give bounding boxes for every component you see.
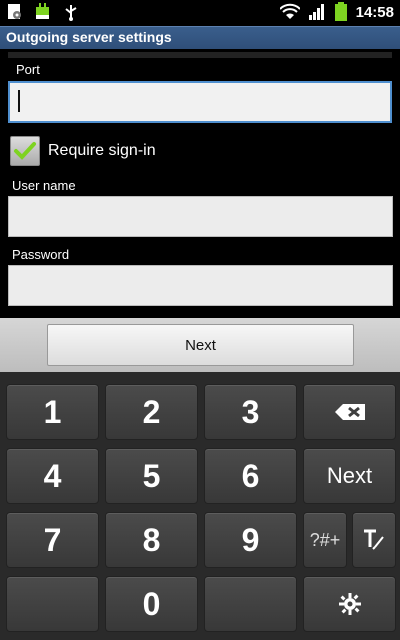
key-7[interactable]: 7	[6, 512, 99, 568]
android-battery-icon	[36, 3, 49, 19]
numeric-keyboard: 1 2 3 4 5 6 Next 7 8 9 ?#+ 0	[0, 372, 400, 640]
key-1[interactable]: 1	[6, 384, 99, 440]
key-6[interactable]: 6	[204, 448, 297, 504]
backspace-key[interactable]	[303, 384, 396, 440]
text-cursor	[18, 90, 20, 112]
page-title: Outgoing server settings	[6, 29, 172, 45]
gear-icon	[338, 593, 361, 615]
wifi-icon	[279, 3, 300, 19]
password-label: Password	[12, 247, 70, 262]
battery-icon	[334, 2, 347, 21]
settings-notification-icon	[8, 4, 21, 19]
next-key[interactable]: Next	[303, 448, 396, 504]
require-signin-checkbox[interactable]	[10, 136, 40, 166]
status-bar: 14:58	[0, 0, 400, 26]
symbols-key[interactable]: ?#+	[303, 512, 347, 568]
require-signin-label[interactable]: Require sign-in	[48, 142, 156, 160]
username-label: User name	[12, 178, 76, 193]
port-label: Port	[16, 62, 40, 77]
key-9[interactable]: 9	[204, 512, 297, 568]
key-5[interactable]: 5	[105, 448, 198, 504]
usb-icon	[65, 5, 77, 21]
key-0[interactable]: 0	[105, 576, 198, 632]
blank-key-left[interactable]	[6, 576, 99, 632]
port-input[interactable]	[8, 81, 392, 123]
key-8[interactable]: 8	[105, 512, 198, 568]
password-input[interactable]	[8, 265, 393, 306]
checkmark-icon	[14, 142, 36, 160]
button-bar: Next	[0, 318, 400, 372]
blank-key-right[interactable]	[204, 576, 297, 632]
key-2[interactable]: 2	[105, 384, 198, 440]
signal-icon	[308, 4, 324, 20]
key-3[interactable]: 3	[204, 384, 297, 440]
backspace-icon	[334, 404, 365, 420]
text-input-mode-key[interactable]	[352, 512, 396, 568]
key-4[interactable]: 4	[6, 448, 99, 504]
text-mode-icon	[364, 529, 384, 550]
next-button[interactable]: Next	[47, 324, 354, 366]
username-input[interactable]	[8, 196, 393, 237]
divider	[8, 52, 392, 58]
keyboard-settings-key[interactable]	[303, 576, 396, 632]
title-bar: Outgoing server settings	[0, 26, 400, 49]
settings-form: Port Require sign-in User name Password	[0, 49, 400, 317]
clock: 14:58	[355, 3, 394, 21]
